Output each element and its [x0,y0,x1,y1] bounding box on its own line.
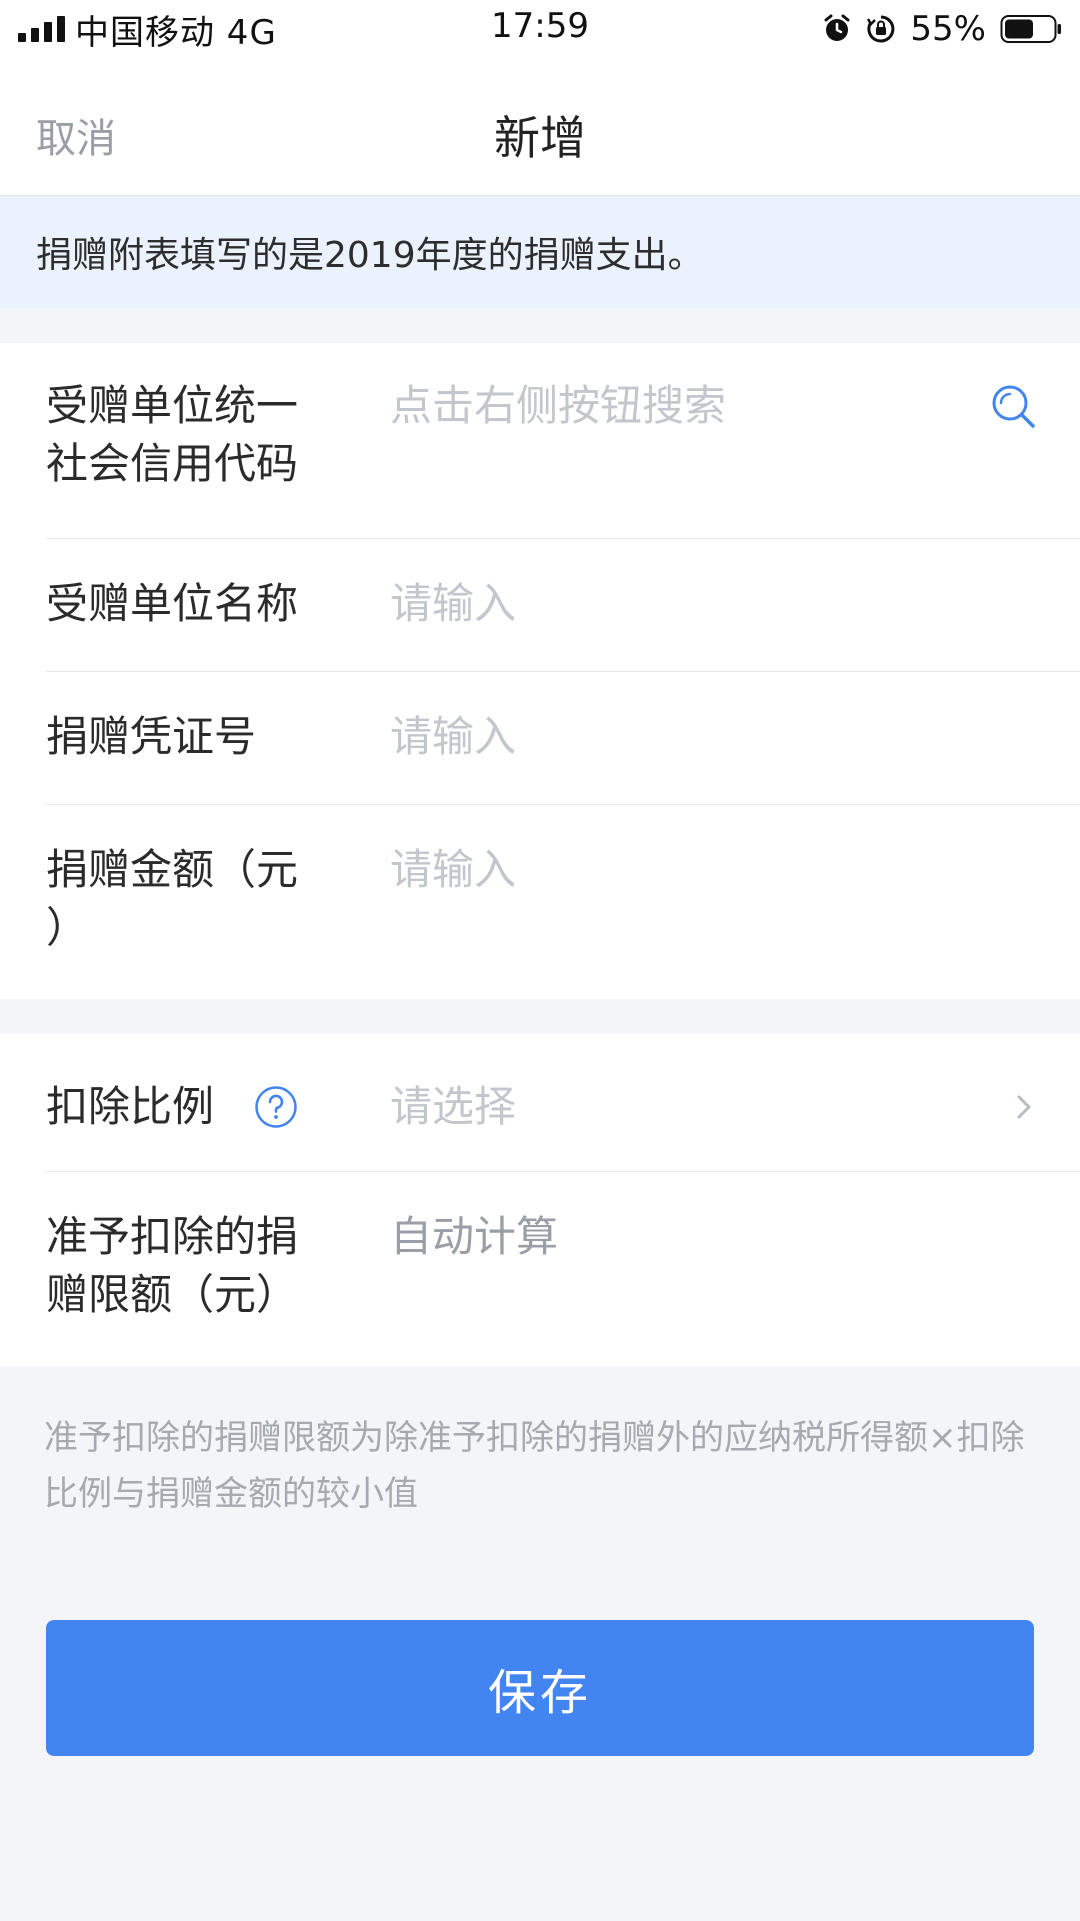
voucher-number-input[interactable]: 请输入 [390,708,516,766]
credit-code-label-line1: 受赠单位统一 [46,381,299,430]
divider [46,538,1080,539]
org-name-label: 受赠单位名称 [46,579,299,628]
battery-percent: 55% [910,9,986,49]
credit-code-input[interactable]: 点击右侧按钮搜索 [390,377,726,435]
credit-code-label-line2: 社会信用代码 [46,439,299,488]
alarm-icon [824,14,850,41]
battery-icon [1000,15,1061,43]
deduction-ratio-select[interactable]: 请选择 [390,1078,516,1136]
org-name-input[interactable]: 请输入 [390,575,516,633]
deduction-ratio-label: 扣除比例 [46,1082,215,1131]
divider [46,804,1080,805]
deductible-limit-label-line1: 准予扣除的捐 [46,1212,299,1261]
chevron-right-icon[interactable] [1014,1092,1034,1122]
orientation-lock-icon [867,15,895,43]
divider [46,671,1080,672]
amount-label-line1: 捐赠金额（元 [46,845,299,894]
deductible-limit-label-line2: 赠限额（元） [46,1270,299,1319]
deductible-limit-value: 自动计算 [390,1212,559,1261]
voucher-number-label: 捐赠凭证号 [46,712,257,761]
amount-input[interactable]: 请输入 [390,841,516,899]
search-icon[interactable] [990,383,1036,429]
status-bar: 中国移动 4G 17:59 55% [0,0,1080,58]
page-title: 新增 [494,111,586,165]
help-icon[interactable] [254,1085,298,1129]
divider [46,1171,1080,1172]
notice-text: 捐赠附表填写的是2019年度的捐赠支出。 [36,235,704,276]
amount-label-line2: ） [46,903,89,952]
footnote-text: 准予扣除的捐赠限额为除准予扣除的捐赠外的应纳税所得额×扣除比例与捐赠金额的较小值 [44,1418,1025,1514]
deduction-group: 扣除比例 请选择 准予扣除的捐 赠限额（元） 自动计算 [0,1034,1080,1366]
notice-banner: 捐赠附表填写的是2019年度的捐赠支出。 [0,196,1080,308]
save-button[interactable]: 保存 [46,1620,1034,1756]
navigation-bar: 取消 新增 [0,58,1080,196]
donation-form-group: 受赠单位统一 社会信用代码 点击右侧按钮搜索 受赠单位名称 请输入 捐赠凭证号 … [0,343,1080,999]
status-right: 55% [822,6,1062,52]
